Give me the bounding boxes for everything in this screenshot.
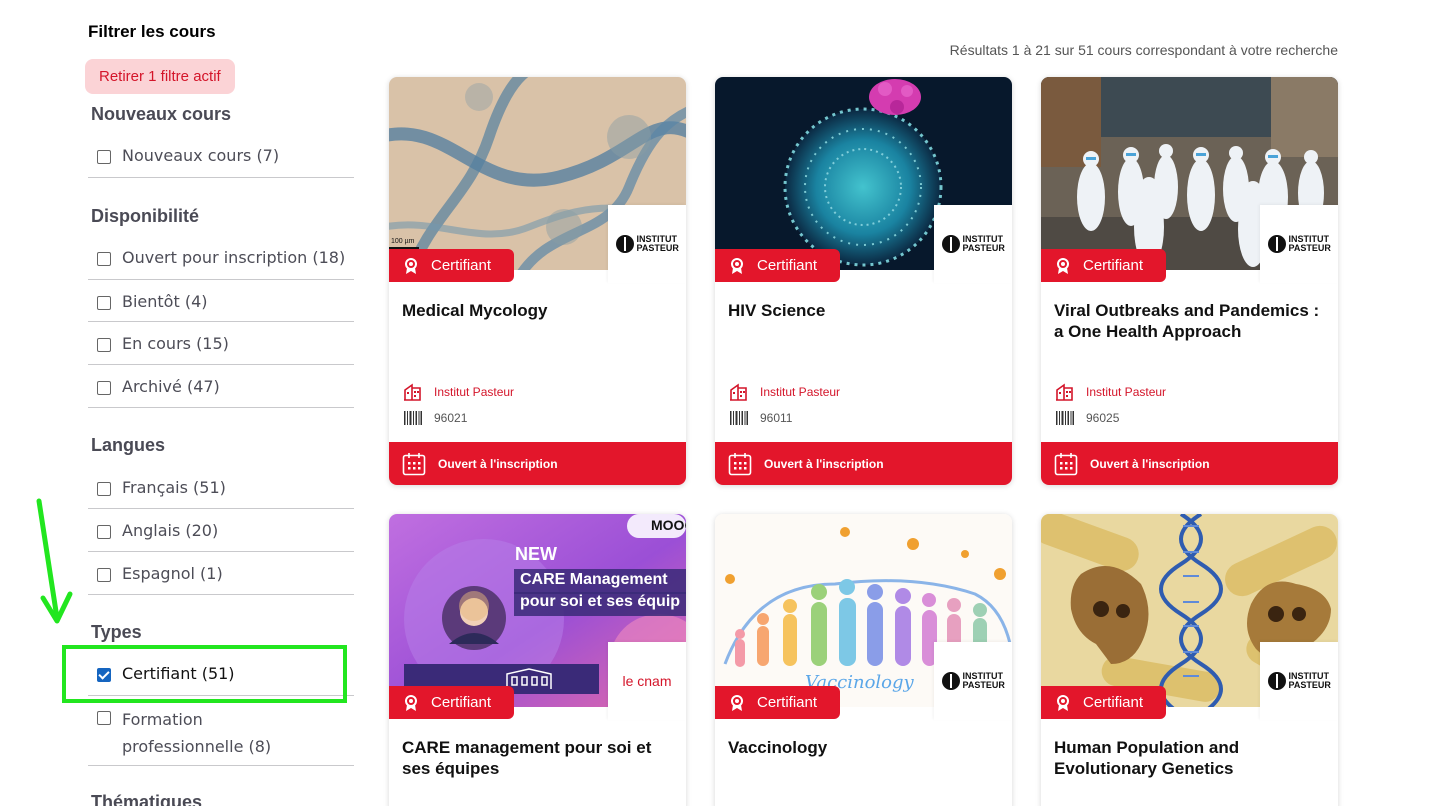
course-title[interactable]: Human Population and Evolutionary Geneti…	[1054, 737, 1329, 779]
pasteur-logo-icon	[1267, 235, 1286, 253]
filter-option-soon[interactable]: Bientôt (4)	[88, 280, 354, 322]
scale-label: 100 µm	[391, 238, 415, 245]
course-card[interactable]: NEW CARE Management pour soi et ses équi…	[389, 514, 686, 806]
facet-themes: Thématiques	[88, 792, 354, 806]
pasteur-logo: INSTITUT PASTEUR	[1260, 205, 1338, 283]
filter-option-professional-training[interactable]: Formation professionnelle (8)	[88, 696, 354, 766]
remove-filters-button[interactable]: Retirer 1 filtre actif	[85, 59, 235, 94]
checkbox[interactable]	[97, 568, 111, 582]
results-count: Résultats 1 à 21 sur 51 cours correspond…	[949, 42, 1338, 58]
calendar-icon	[402, 452, 426, 475]
banner-line-1: CARE Management	[520, 571, 668, 588]
facet-new-courses: Nouveaux cours	[88, 104, 354, 125]
award-icon	[405, 694, 417, 711]
certifying-badge: Certifiant	[1041, 249, 1166, 282]
filter-title: Filtrer les cours	[88, 22, 216, 41]
award-icon	[731, 257, 743, 274]
facet-title: Nouveaux cours	[91, 104, 232, 124]
course-code: 96025	[1055, 409, 1119, 427]
pasteur-logo-icon	[941, 235, 960, 253]
annotation-highlight-box	[62, 645, 347, 703]
course-organization: Institut Pasteur	[403, 383, 514, 401]
checkbox[interactable]	[97, 338, 111, 352]
award-icon	[1057, 257, 1069, 274]
building-icon	[1056, 383, 1073, 401]
course-card[interactable]: INSTITUT PASTEUR Certifiant Human Popula…	[1041, 514, 1338, 806]
facet-title: Disponibilité	[91, 206, 199, 226]
course-card[interactable]: INSTITUT PASTEUR Certifiant Viral Outbre…	[1041, 77, 1338, 485]
checkbox[interactable]	[97, 482, 111, 496]
checkbox[interactable]	[97, 150, 111, 164]
certifying-badge: Certifiant	[715, 686, 840, 719]
filter-option-open[interactable]: Ouvert pour inscription (18)	[88, 236, 354, 280]
facet-title: Thématiques	[91, 792, 203, 806]
pasteur-logo: INSTITUT PASTEUR	[934, 642, 1012, 720]
building-icon	[404, 383, 421, 401]
pasteur-logo: INSTITUT PASTEUR	[608, 205, 686, 283]
cnam-logo: le cnam	[608, 642, 686, 720]
barcode-icon	[404, 411, 422, 425]
course-title[interactable]: Vaccinology	[728, 737, 1003, 758]
facet-languages: Langues	[88, 435, 354, 456]
award-icon	[1057, 694, 1069, 711]
pasteur-logo-icon	[615, 235, 634, 253]
pasteur-logo: INSTITUT PASTEUR	[934, 205, 1012, 283]
checkbox[interactable]	[97, 525, 111, 539]
course-title[interactable]: Viral Outbreaks and Pandemics : a One He…	[1054, 300, 1329, 342]
facet-title: Langues	[91, 435, 166, 455]
course-title[interactable]: Medical Mycology	[402, 300, 677, 321]
facet-availability: Disponibilité	[88, 206, 354, 227]
fun-mooc-tag: MOOC	[651, 517, 686, 533]
checkbox[interactable]	[97, 381, 111, 395]
filter-sidebar: Filtrer les cours Retirer 1 filtre actif…	[85, 20, 354, 806]
pasteur-logo-icon	[941, 672, 960, 690]
filter-option-ongoing[interactable]: En cours (15)	[88, 322, 354, 365]
course-status-bar[interactable]: Ouvert à l'inscription	[389, 442, 686, 485]
course-title[interactable]: CARE management pour soi et ses équipes	[402, 737, 677, 779]
certifying-badge: Certifiant	[1041, 686, 1166, 719]
course-organization: Institut Pasteur	[1055, 383, 1166, 401]
checkbox[interactable]	[97, 296, 111, 310]
filter-option-spanish[interactable]: Espagnol (1)	[88, 552, 354, 595]
course-card[interactable]: Vaccinology INSTITUT PASTEUR Certifiant …	[715, 514, 1012, 806]
award-icon	[405, 257, 417, 274]
barcode-icon	[730, 411, 748, 425]
filter-option-english[interactable]: Anglais (20)	[88, 509, 354, 552]
course-code: 96011	[729, 409, 792, 427]
barcode-icon	[1056, 411, 1074, 425]
pasteur-logo: INSTITUT PASTEUR	[1260, 642, 1338, 720]
award-icon	[731, 694, 743, 711]
checkbox[interactable]	[97, 252, 111, 266]
course-title[interactable]: HIV Science	[728, 300, 1003, 321]
certifying-badge: Certifiant	[389, 249, 514, 282]
facet-types: Types	[88, 622, 354, 643]
banner-new: NEW	[515, 544, 557, 564]
course-organization: Institut Pasteur	[729, 383, 840, 401]
building-icon	[730, 383, 747, 401]
calendar-icon	[1054, 452, 1078, 475]
course-status-bar[interactable]: Ouvert à l'inscription	[1041, 442, 1338, 485]
pasteur-logo-icon	[1267, 672, 1286, 690]
certifying-badge: Certifiant	[715, 249, 840, 282]
course-card[interactable]: INSTITUT PASTEUR Certifiant HIV Science …	[715, 77, 1012, 485]
filter-option-french[interactable]: Français (51)	[88, 466, 354, 509]
course-status-bar[interactable]: Ouvert à l'inscription	[715, 442, 1012, 485]
banner-line-2: pour soi et ses équip	[520, 593, 681, 610]
filter-option-archived[interactable]: Archivé (47)	[88, 365, 354, 408]
filter-option-new-courses[interactable]: Nouveaux cours (7)	[88, 134, 354, 178]
course-code: 96021	[403, 409, 467, 427]
annotation-arrow-icon	[36, 498, 73, 624]
calendar-icon	[728, 452, 752, 475]
facet-title: Types	[91, 622, 142, 642]
course-card[interactable]: 100 µm INSTITUT PASTEUR Certifiant Medic…	[389, 77, 686, 485]
checkbox[interactable]	[97, 711, 111, 725]
certifying-badge: Certifiant	[389, 686, 514, 719]
